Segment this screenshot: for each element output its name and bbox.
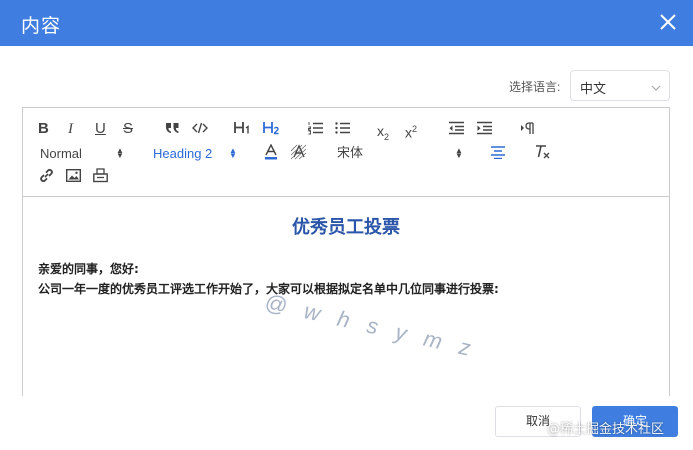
h2-button[interactable] [263, 121, 281, 135]
font-select[interactable]: 宋体 [337, 144, 363, 162]
watermark-text: @ w h s y m z [262, 289, 479, 363]
header-select-arrows-icon: ▲ ▼ [229, 146, 237, 160]
link-icon[interactable] [39, 168, 54, 183]
underline-button[interactable]: U [95, 120, 106, 138]
language-select-value: 中文 [580, 81, 607, 96]
italic-button[interactable]: I [68, 120, 73, 138]
editor-toolbar: B I U S x2 x2 Normal ▲ ▼ Heading 2 ▲ ▼ 宋… [23, 108, 669, 197]
image-icon[interactable] [66, 169, 81, 182]
header-select[interactable]: Heading 2 [153, 145, 212, 163]
size-select[interactable]: Normal [40, 145, 82, 163]
background-color-icon[interactable] [291, 144, 307, 160]
align-center-icon[interactable] [490, 145, 506, 159]
font-select-arrows-icon: ▲ ▼ [455, 146, 463, 160]
blockquote-button[interactable] [165, 121, 180, 135]
outdent-icon[interactable] [448, 121, 464, 135]
editor-content[interactable]: 优秀员工投票 亲爱的同事，您好: 公司一年一度的优秀员工评选工作开始了，大家可以… [23, 197, 669, 407]
rich-text-editor: B I U S x2 x2 Normal ▲ ▼ Heading 2 ▲ ▼ 宋… [22, 107, 670, 407]
subscript-button[interactable]: x2 [377, 122, 389, 146]
video-icon[interactable] [93, 168, 108, 183]
language-label: 选择语言: [509, 80, 561, 94]
bullet-list-icon[interactable] [335, 121, 350, 135]
close-icon[interactable] [657, 11, 679, 33]
language-select[interactable]: 中文 [570, 70, 670, 101]
chevron-down-icon [651, 81, 661, 91]
font-color-icon[interactable] [264, 144, 278, 160]
text-direction-icon[interactable] [520, 121, 536, 135]
dialog-title: 内容 [21, 15, 62, 37]
dialog-header: 内容 [0, 0, 693, 46]
strike-button[interactable]: S [123, 120, 133, 138]
code-block-button[interactable] [192, 122, 208, 134]
brand-watermark: @稀土掘金技术社区 [547, 422, 665, 437]
ordered-list-icon[interactable] [308, 121, 323, 135]
h1-button[interactable] [234, 121, 252, 135]
document-title: 优秀员工投票 [292, 217, 400, 238]
bold-button[interactable]: B [38, 120, 49, 138]
size-select-arrows-icon: ▲ ▼ [116, 146, 124, 160]
superscript-button[interactable]: x2 [405, 120, 417, 142]
clear-format-icon[interactable] [534, 144, 550, 160]
indent-icon[interactable] [476, 121, 492, 135]
document-greeting: 亲爱的同事，您好: [38, 262, 139, 276]
